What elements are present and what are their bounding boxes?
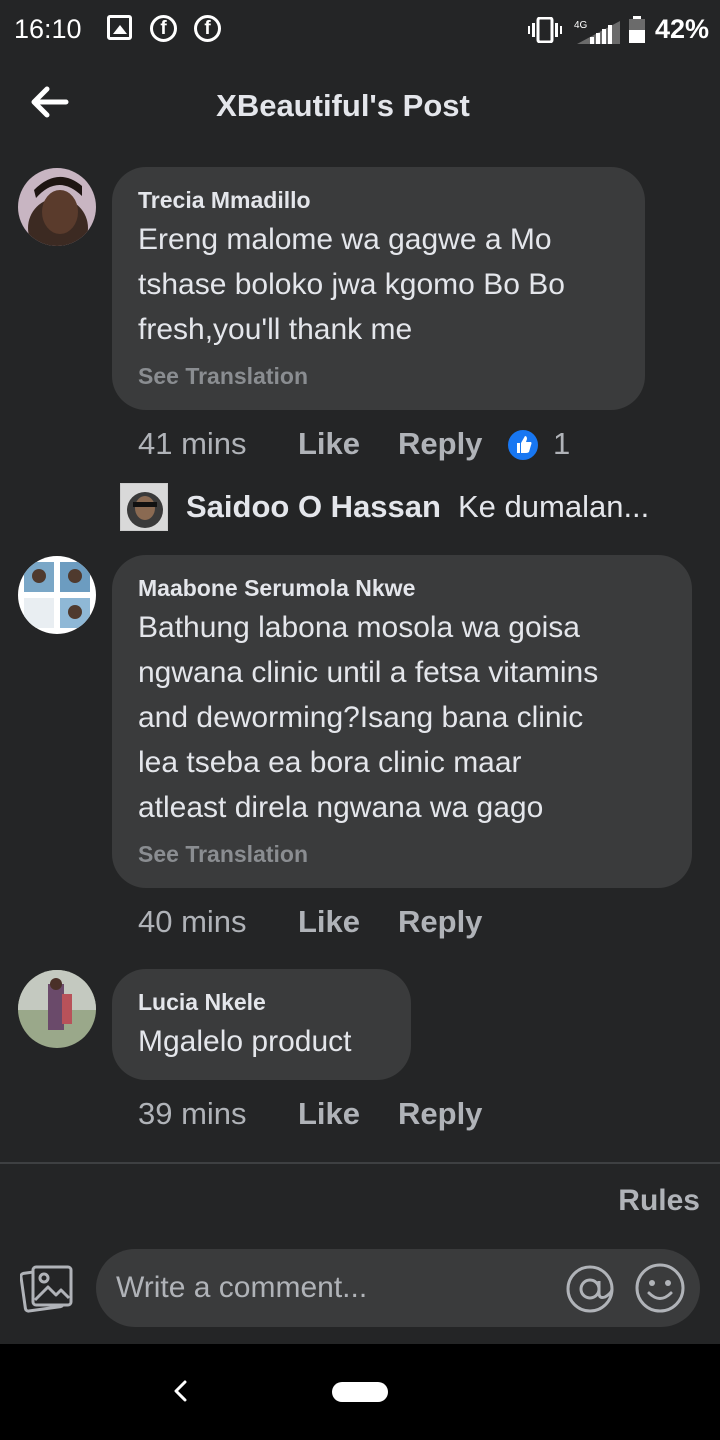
reaction-count[interactable]: 1 [553,426,570,462]
photo-icon[interactable] [20,1262,74,1314]
rules-link[interactable]: Rules [618,1184,700,1218]
see-translation-link[interactable]: See Translation [138,363,308,390]
avatar[interactable] [120,483,168,531]
nav-back-icon[interactable] [168,1376,192,1406]
page-title: XBeautiful's Post [216,88,470,123]
facebook-icon: f [150,15,177,42]
status-bar: 16:10 f f 4G 42% [0,0,720,60]
comment-bubble[interactable]: Lucia Nkele Mgalelo product [112,969,411,1080]
comment-author[interactable]: Lucia Nkele [138,989,266,1016]
reply-button[interactable]: Reply [398,1096,482,1132]
avatar[interactable] [18,556,96,634]
image-icon [107,15,132,40]
reply-button[interactable]: Reply [398,426,482,462]
comment-author[interactable]: Trecia Mmadillo [138,187,311,214]
comment-author[interactable]: Maabone Serumola Nkwe [138,575,415,602]
reply-text: Ke dumalan... [458,489,650,524]
network-type-label: 4G [574,20,588,31]
like-button[interactable]: Like [298,1096,360,1132]
battery-icon [629,16,645,43]
comment-timestamp: 39 mins [138,1096,247,1131]
avatar[interactable] [18,970,96,1048]
home-pill[interactable] [332,1382,388,1402]
reply-button[interactable]: Reply [398,904,482,940]
like-button[interactable]: Like [298,904,360,940]
avatar[interactable] [18,168,96,246]
see-translation-link[interactable]: See Translation [138,841,308,868]
like-button[interactable]: Like [298,426,360,462]
vibrate-icon [528,17,562,43]
comment-text: Ereng malome wa gagwe a Mo tshase boloko… [138,223,565,346]
comment-input[interactable] [116,1249,556,1327]
signal-icon: 4G [574,20,620,44]
comment-text: Mgalelo product [138,1025,352,1058]
comment-timestamp: 40 mins [138,904,247,939]
comment-box [96,1249,700,1327]
reply-author: Saidoo O Hassan [186,489,441,524]
comment-timestamp: 41 mins [138,426,247,461]
reply-preview[interactable]: Saidoo O Hassan Ke dumalan... [120,483,680,533]
comment-bubble[interactable]: Trecia Mmadillo Ereng malome wa gagwe a … [112,167,645,410]
thumbs-up-icon[interactable] [506,428,540,462]
divider [0,1162,720,1164]
mention-icon[interactable] [564,1263,616,1315]
status-time: 16:10 [14,14,82,44]
battery-percent: 42% [655,14,710,44]
facebook-icon: f [194,15,221,42]
page-header: XBeautiful's Post [0,60,720,150]
comment-bubble[interactable]: Maabone Serumola Nkwe Bathung labona mos… [112,555,692,888]
screen: 16:10 f f 4G 42% XBeautiful's Post Treci… [0,0,720,1440]
emoji-icon[interactable] [634,1262,686,1314]
comment-text: Bathung labona mosola wa goisa ngwana cl… [138,611,599,824]
